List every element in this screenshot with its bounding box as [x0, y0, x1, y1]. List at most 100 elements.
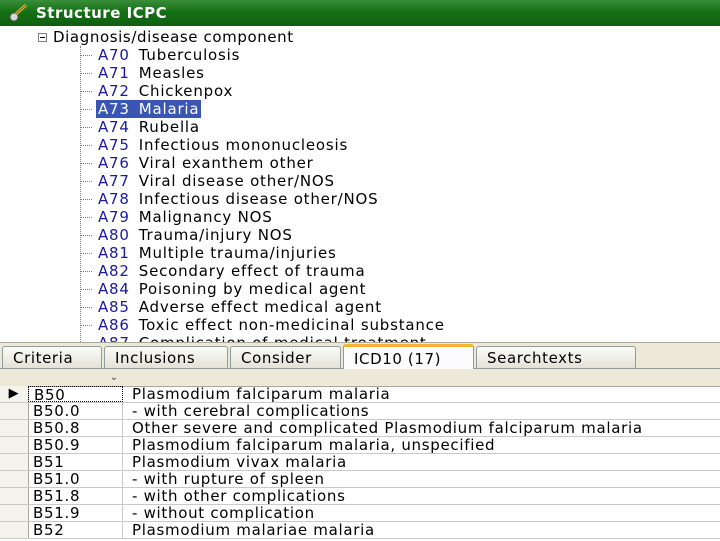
row-indicator[interactable]: ▶	[0, 386, 29, 402]
icpc-code: A70	[98, 46, 130, 64]
icpc-code: A85	[98, 298, 130, 316]
tree-item-a80[interactable]: A80 Trauma/injury NOS	[80, 226, 295, 244]
icd10-code-cell[interactable]: B50.0	[28, 403, 123, 419]
icd10-description-cell[interactable]: Other severe and complicated Plasmodium …	[124, 420, 720, 436]
icd10-code-cell[interactable]: B52	[28, 522, 123, 538]
tree-item-label: A70 Tuberculosis	[96, 46, 242, 64]
tree-branch-line	[80, 252, 92, 254]
grid-row[interactable]: B51 Plasmodium vivax malaria	[0, 454, 720, 471]
tab-consider[interactable]: Consider	[230, 346, 341, 368]
tree-item-a78[interactable]: A78 Infectious disease other/NOS	[80, 190, 380, 208]
sort-dropdown-icon[interactable]: ⌄	[104, 371, 124, 384]
tree-branch-line	[80, 234, 92, 236]
icpc-code: A71	[98, 64, 130, 82]
icpc-description: Toxic effect non-medicinal substance	[138, 316, 445, 334]
window-title: Structure ICPC	[36, 4, 168, 22]
tab-icd10-17[interactable]: ICD10 (17)	[343, 344, 474, 369]
tree-item-a79[interactable]: A79 Malignancy NOS	[80, 208, 275, 226]
icd10-description-cell[interactable]: Plasmodium vivax malaria	[124, 454, 720, 470]
icd10-grid[interactable]: ⌄ ▶ B50 Plasmodium falciparum malaria B50.0…	[0, 368, 720, 541]
tree-item-label: A76 Viral exanthem other	[96, 154, 316, 172]
grid-row[interactable]: B51.9- without complication	[0, 505, 720, 522]
icpc-description: Chickenpox	[138, 82, 234, 100]
tree-item-label: A82 Secondary effect of trauma	[96, 262, 367, 280]
tree-item-a71[interactable]: A71 Measles	[80, 64, 207, 82]
tree-item-a84[interactable]: A84 Poisoning by medical agent	[80, 280, 368, 298]
row-indicator[interactable]	[0, 454, 29, 470]
tab-criteria[interactable]: Criteria	[2, 346, 102, 368]
icd10-code-cell[interactable]: B50.9	[28, 437, 123, 453]
row-indicator[interactable]	[0, 437, 29, 453]
tree-item-a81[interactable]: A81 Multiple trauma/injuries	[80, 244, 339, 262]
tree-item-a74[interactable]: A74 Rubella	[80, 118, 202, 136]
tree-item-a85[interactable]: A85 Adverse effect medical agent	[80, 298, 384, 316]
row-indicator[interactable]	[0, 471, 29, 487]
tree-item-a75[interactable]: A75 Infectious mononucleosis	[80, 136, 350, 154]
icd10-description-cell[interactable]: Plasmodium malariae malaria	[124, 522, 720, 538]
tree-branch-line	[80, 216, 92, 218]
icpc-tree[interactable]: Diagnosis/disease component A70 Tuberculo…	[0, 26, 720, 342]
tree-item-a73[interactable]: A73 Malaria	[80, 100, 202, 118]
grid-row[interactable]: B51.0- with rupture of spleen	[0, 471, 720, 488]
collapse-icon[interactable]	[38, 32, 47, 42]
icd10-code-cell[interactable]: B50	[28, 386, 123, 403]
icpc-description: Infectious disease other/NOS	[138, 190, 379, 208]
icpc-code: A76	[98, 154, 130, 172]
grid-row[interactable]: ▶ B50 Plasmodium falciparum malaria	[0, 386, 720, 403]
tab-bar: Criteria Inclusions Consider ICD10 (17) Sear…	[0, 342, 720, 369]
tab-searchtexts[interactable]: Searchtexts	[476, 346, 636, 368]
tree-item-label: A79 Malignancy NOS	[96, 208, 275, 226]
icd10-description-cell[interactable]: Plasmodium falciparum malaria, unspecifi…	[124, 437, 720, 453]
icd10-code-cell[interactable]: B51.9	[28, 505, 123, 521]
tree-branch-line	[80, 108, 92, 110]
icpc-description: Malaria	[138, 100, 200, 118]
icpc-description: Malignancy NOS	[138, 208, 273, 226]
row-indicator[interactable]	[0, 488, 29, 504]
tree-branch-line	[80, 324, 92, 326]
tree-item-a70[interactable]: A70 Tuberculosis	[80, 46, 242, 64]
tree-item-label: A74 Rubella	[96, 118, 202, 136]
icpc-description: Viral disease other/NOS	[138, 172, 335, 190]
grid-row[interactable]: B50.9 Plasmodium falciparum malaria, unsp…	[0, 437, 720, 454]
tree-branch-line	[80, 180, 92, 182]
tree-item-a87[interactable]: A87 Complication of medical treatment	[80, 334, 429, 342]
row-indicator[interactable]	[0, 403, 29, 419]
tree-item-a76[interactable]: A76 Viral exanthem other	[80, 154, 316, 172]
tree-item-label: A72 Chickenpox	[96, 82, 235, 100]
tree-item-a72[interactable]: A72 Chickenpox	[80, 82, 235, 100]
icpc-description: Complication of medical treatment	[139, 334, 427, 342]
icd10-description-cell[interactable]: - with rupture of spleen	[124, 471, 720, 487]
icpc-description: Multiple trauma/injuries	[138, 244, 337, 262]
grid-row[interactable]: B50.8 Other severe and complicated Plasmo…	[0, 420, 720, 437]
title-bar[interactable]: Structure ICPC	[0, 0, 720, 27]
icd10-code-cell[interactable]: B51.0	[28, 471, 123, 487]
tree-root[interactable]: Diagnosis/disease component	[38, 28, 294, 46]
tree-item-label: A84 Poisoning by medical agent	[96, 280, 368, 298]
tree-item-label: A78 Infectious disease other/NOS	[96, 190, 380, 208]
icd10-description-cell[interactable]: - with cerebral complications	[124, 403, 720, 419]
tree-branch-line	[80, 288, 92, 290]
icpc-code: A77	[98, 172, 130, 190]
icd10-description-cell[interactable]: Plasmodium falciparum malaria	[124, 386, 720, 402]
icd10-code-cell[interactable]: B50.8	[28, 420, 123, 436]
row-indicator[interactable]	[0, 505, 29, 521]
icpc-code: A78	[98, 190, 130, 208]
grid-row[interactable]: B51.8- with other complications	[0, 488, 720, 505]
icd10-description-cell[interactable]: - without complication	[124, 505, 720, 521]
icpc-code: A82	[98, 262, 130, 280]
grid-row[interactable]: B50.0- with cerebral complications	[0, 403, 720, 420]
icpc-code: A79	[98, 208, 130, 226]
tree-item-a77[interactable]: A77 Viral disease other/NOS	[80, 172, 337, 190]
icd10-code-cell[interactable]: B51	[28, 454, 123, 470]
icd10-description-cell[interactable]: - with other complications	[124, 488, 720, 504]
row-indicator[interactable]	[0, 522, 29, 538]
tree-item-a82[interactable]: A82 Secondary effect of trauma	[80, 262, 367, 280]
grid-row[interactable]: B52 Plasmodium malariae malaria	[0, 522, 720, 539]
tree-item-label: A81 Multiple trauma/injuries	[96, 244, 339, 262]
icd10-code-cell[interactable]: B51.8	[28, 488, 123, 504]
tree-root-label: Diagnosis/disease component	[53, 28, 294, 46]
tree-branch-line	[80, 72, 92, 74]
row-indicator[interactable]	[0, 420, 29, 436]
tab-inclusions[interactable]: Inclusions	[104, 346, 228, 368]
tree-item-a86[interactable]: A86 Toxic effect non-medicinal substance	[80, 316, 447, 334]
